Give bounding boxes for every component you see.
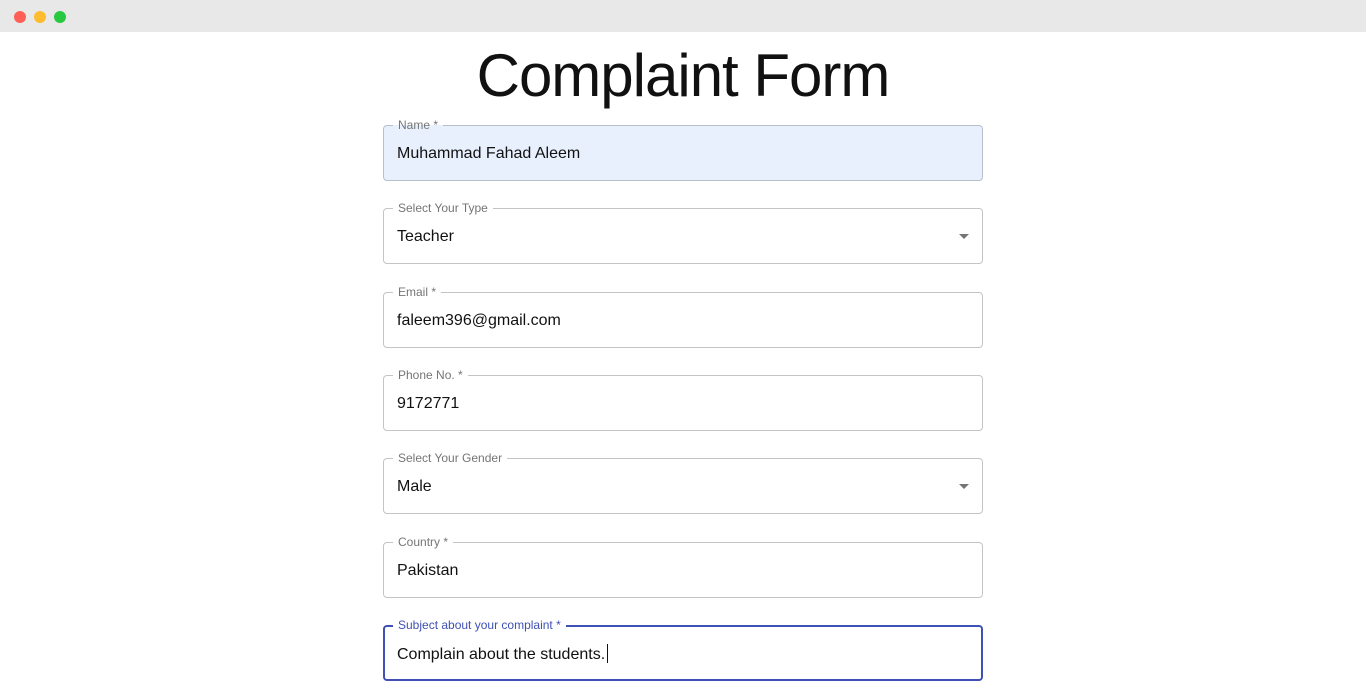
gender-select-value[interactable]: Male (397, 477, 942, 497)
subject-field-text: Complain about the students. (397, 646, 606, 663)
name-field-label: Name * (393, 118, 444, 132)
subject-field-label: Subject about your complaint * (393, 618, 566, 632)
dropdown-arrow-icon[interactable] (959, 234, 969, 239)
email-field-value[interactable]: faleem396@gmail.com (397, 311, 942, 331)
page-title: Complaint Form (476, 42, 891, 109)
country-field-label: Country * (393, 535, 454, 549)
gender-select[interactable]: Select Your Gender Male (383, 451, 983, 514)
phone-field-value[interactable]: 9172771 (397, 394, 942, 414)
close-window-button[interactable] (14, 11, 26, 23)
country-field[interactable]: Country * Pakistan (383, 535, 983, 598)
email-field-label: Email * (393, 285, 442, 299)
text-cursor (607, 644, 609, 663)
phone-field-label: Phone No. * (393, 368, 468, 382)
dropdown-arrow-icon[interactable] (959, 484, 969, 489)
email-field[interactable]: Email * faleem396@gmail.com (383, 285, 983, 348)
minimize-window-button[interactable] (34, 11, 46, 23)
type-select-value[interactable]: Teacher (397, 227, 942, 247)
phone-field[interactable]: Phone No. * 9172771 (383, 368, 983, 431)
type-select-label: Select Your Type (393, 201, 493, 215)
maximize-window-button[interactable] (54, 11, 66, 23)
name-field[interactable]: Name * Muhammad Fahad Aleem (383, 118, 983, 181)
name-field-value[interactable]: Muhammad Fahad Aleem (397, 144, 942, 164)
country-field-value[interactable]: Pakistan (397, 561, 942, 581)
gender-select-label: Select Your Gender (393, 451, 508, 465)
window-titlebar (0, 0, 1366, 32)
type-select[interactable]: Select Your Type Teacher (383, 201, 983, 264)
subject-field-value[interactable]: Complain about the students. (397, 644, 941, 665)
subject-field[interactable]: Subject about your complaint * Complain … (383, 618, 983, 681)
